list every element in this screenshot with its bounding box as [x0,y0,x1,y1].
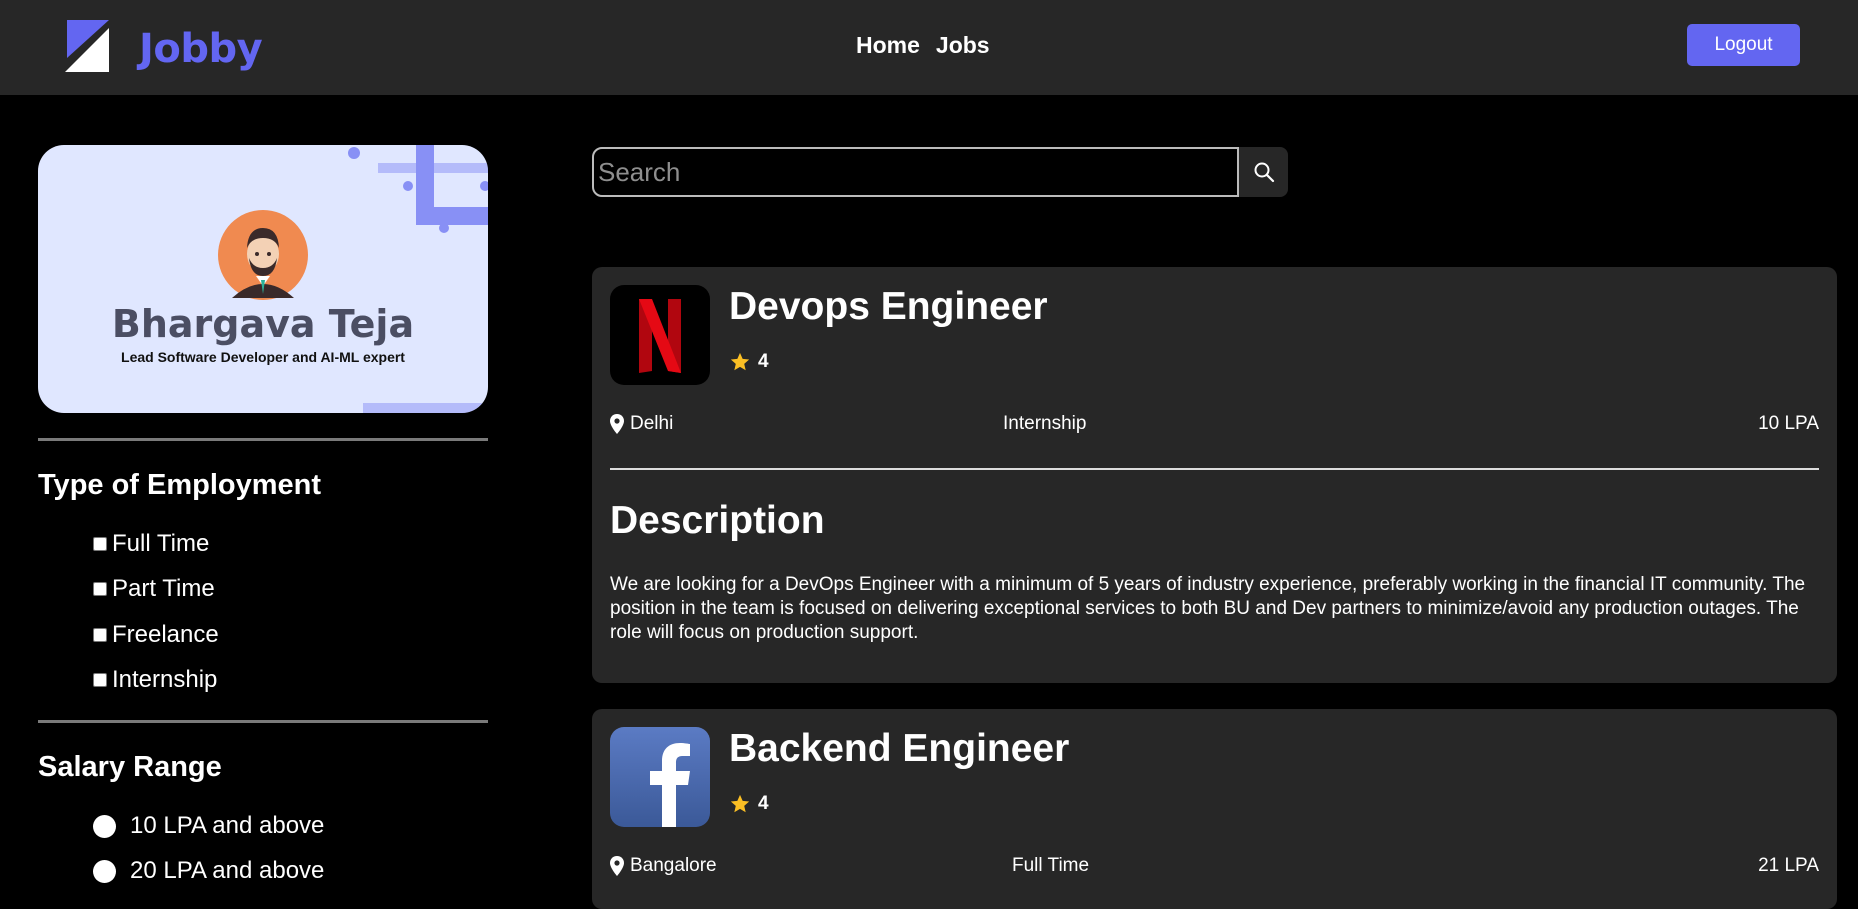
salary-option-10lpa[interactable]: 10 LPA and above [93,812,324,840]
profile-bio: Lead Software Developer and AI-ML expert [121,349,405,365]
search-icon [1254,162,1274,183]
card-divider [610,468,1819,470]
salary-filter-title: Salary Range [38,751,222,783]
main-nav: Home Jobs [856,32,990,59]
header: Jobby Home Jobs Logout [0,0,1858,95]
radio-button[interactable] [93,859,116,883]
employment-option-freelance[interactable]: Freelance [93,621,219,649]
checkbox-label: Full Time [112,530,210,557]
package: 21 LPA [1758,855,1819,876]
profile-card: Bhargava Teja Lead Software Developer an… [38,145,488,413]
job-card[interactable]: Devops Engineer 4 Delhi Internship 10 LP… [592,267,1837,683]
description-text: We are looking for a DevOps Engineer wit… [610,574,1806,643]
employment-filter-title: Type of Employment [38,469,322,501]
radio-button[interactable] [93,814,116,838]
job-card[interactable]: Backend Engineer 4 Bangalore Full Time 2… [592,709,1837,909]
checkbox[interactable] [93,582,107,596]
divider [38,438,488,441]
star-icon [730,352,750,371]
job-title: Devops Engineer [729,285,1048,328]
description-title: Description [610,499,825,542]
employment-type: Internship [1003,413,1087,434]
logout-button[interactable]: Logout [1687,24,1800,66]
location-pin-icon [610,414,624,434]
rating-value: 4 [758,351,769,372]
search-button[interactable] [1239,147,1288,197]
nav-jobs-link[interactable]: Jobs [936,32,990,59]
job-location: Delhi [610,413,673,435]
star-icon [730,794,750,813]
facebook-logo-icon [610,727,710,827]
jobby-logo-icon[interactable] [63,18,113,72]
location-label: Delhi [630,413,674,434]
profile-name: Bhargava Teja [111,302,415,346]
checkbox-label: Internship [112,666,218,693]
salary-option-20lpa[interactable]: 20 LPA and above [93,857,324,885]
checkbox-label: Part Time [112,575,215,602]
checkbox-label: Freelance [112,621,219,648]
location-label: Bangalore [630,855,717,876]
radio-label: 20 LPA and above [130,857,325,884]
package: 10 LPA [1758,413,1819,434]
divider [38,720,488,723]
employment-option-full-time[interactable]: Full Time [93,530,209,558]
job-rating: 4 [729,793,769,815]
rating-value: 4 [758,793,769,814]
job-location: Bangalore [610,855,717,877]
job-rating: 4 [729,351,769,373]
search-bar [592,147,1288,197]
nav-home-link[interactable]: Home [856,32,920,59]
avatar [218,210,308,300]
location-pin-icon [610,856,624,876]
search-input[interactable] [592,147,1239,197]
checkbox[interactable] [93,628,107,642]
checkbox[interactable] [93,537,107,551]
checkbox[interactable] [93,673,107,687]
radio-label: 10 LPA and above [130,812,325,839]
netflix-logo-icon [610,285,710,385]
employment-option-part-time[interactable]: Part Time [93,575,215,603]
employment-option-internship[interactable]: Internship [93,666,217,694]
employment-type: Full Time [1012,855,1090,876]
brand-name[interactable]: Jobby [139,26,263,72]
job-title: Backend Engineer [729,727,1070,770]
